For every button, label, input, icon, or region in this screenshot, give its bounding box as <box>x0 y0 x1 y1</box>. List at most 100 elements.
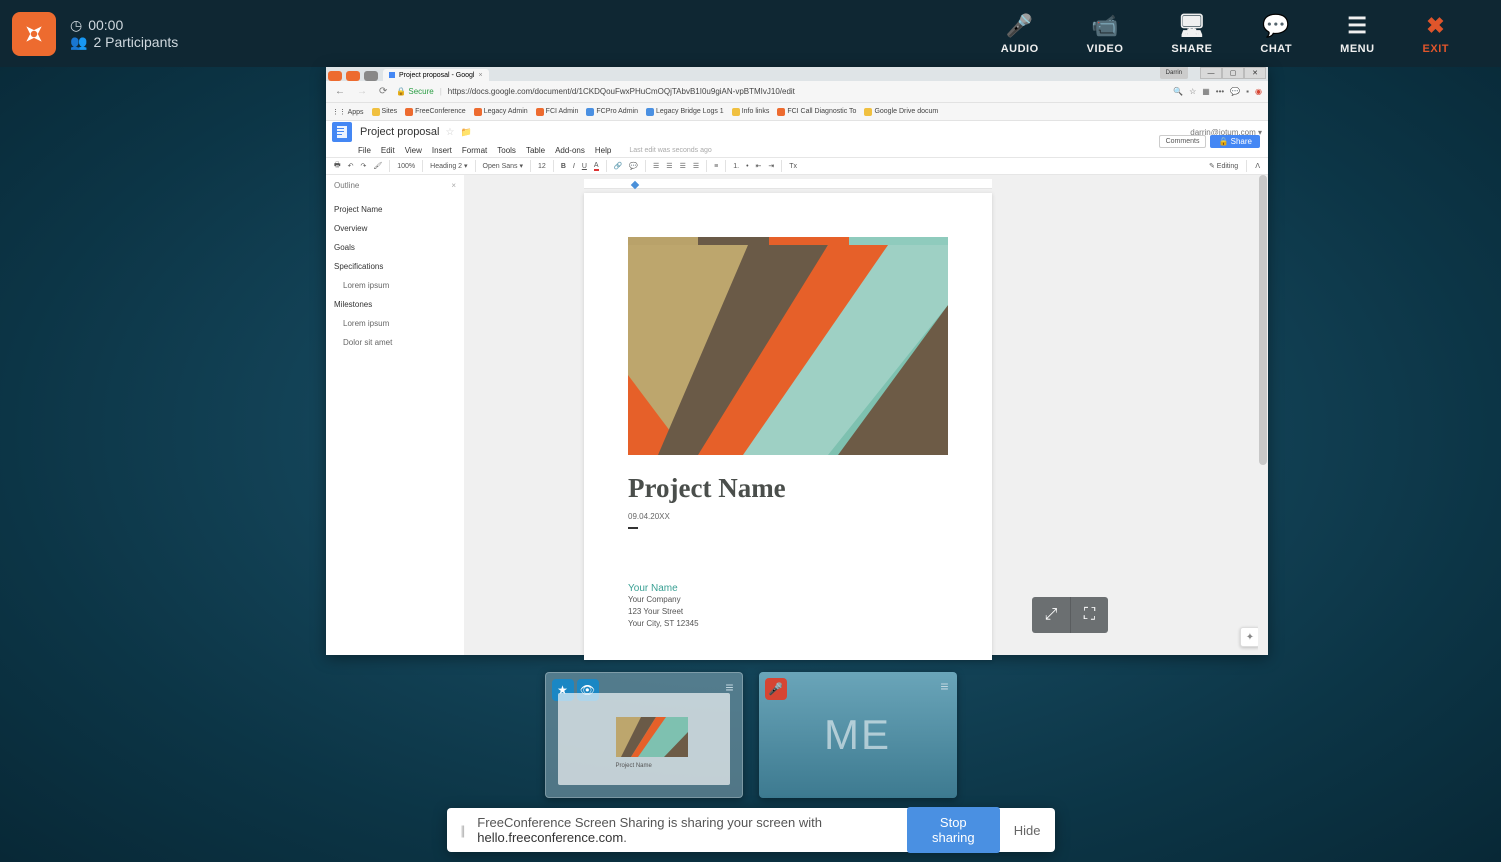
editing-mode[interactable]: ✎ Editing <box>1209 162 1238 170</box>
clear-icon[interactable]: Tx <box>789 163 797 170</box>
bookmark-fcpro[interactable]: FCPro Admin <box>586 108 638 116</box>
outline-item[interactable]: Specifications <box>334 257 456 276</box>
outline-item[interactable]: Project Name <box>334 200 456 219</box>
folder-icon[interactable]: 📁 <box>460 127 471 138</box>
url-field[interactable]: https://docs.google.com/document/d/1CKDQ… <box>448 87 795 96</box>
style-select[interactable]: Heading 2 ▾ <box>430 162 467 170</box>
bookmarks-bar: ⋮⋮ Apps Sites FreeConference Legacy Admi… <box>326 103 1268 121</box>
menu-view[interactable]: View <box>405 146 422 155</box>
docs-app-icon[interactable] <box>332 122 352 142</box>
print-icon[interactable]: 🖶 <box>334 161 341 172</box>
bookmark-fcid[interactable]: FCI Call Diagnostic To <box>777 108 856 116</box>
undo-icon[interactable]: ↶ <box>348 162 354 170</box>
chat-ext-icon[interactable]: 💬 <box>1230 87 1240 96</box>
bookmark-legacy[interactable]: Legacy Admin <box>474 108 528 116</box>
outline-close-icon[interactable]: × <box>451 181 456 190</box>
bookmark-fci[interactable]: FCI Admin <box>536 108 579 116</box>
star-icon[interactable]: ☆ <box>1189 87 1196 96</box>
bookmark-gdrive[interactable]: Google Drive docum <box>864 108 938 116</box>
menu-format[interactable]: Format <box>462 146 487 155</box>
browser-tab[interactable]: Project proposal - Googl × <box>383 69 489 81</box>
exit-button[interactable]: ✖EXIT <box>1423 13 1449 55</box>
outline-item[interactable]: Milestones <box>334 295 456 314</box>
star-doc-icon[interactable]: ☆ <box>446 127 455 138</box>
apps-bookmark[interactable]: ⋮⋮ Apps <box>332 108 364 116</box>
stop-sharing-button[interactable]: Stop sharing <box>907 807 1000 853</box>
ruler[interactable] <box>584 179 992 189</box>
align-right-icon[interactable]: ☰ <box>680 162 686 170</box>
outline-item[interactable]: Overview <box>334 219 456 238</box>
tab-icon-3[interactable] <box>364 71 378 81</box>
grid-icon[interactable]: ▦ <box>1202 87 1210 96</box>
align-center-icon[interactable]: ☰ <box>666 162 672 170</box>
menu-tools[interactable]: Tools <box>497 146 516 155</box>
outline-item[interactable]: Goals <box>334 238 456 257</box>
ext3-icon[interactable]: ◉ <box>1255 87 1262 96</box>
zoom-select[interactable]: 100% <box>397 163 415 170</box>
bullist-icon[interactable]: • <box>746 163 748 170</box>
link-icon[interactable]: 🔗 <box>614 162 623 170</box>
bookmark-fc[interactable]: FreeConference <box>405 108 466 116</box>
menu-table[interactable]: Table <box>526 146 545 155</box>
font-select[interactable]: Open Sans ▾ <box>483 162 523 170</box>
chevron-up-icon[interactable]: ᐱ <box>1255 162 1260 170</box>
menu-addons[interactable]: Add-ons <box>555 146 585 155</box>
tab-close-icon[interactable]: × <box>478 72 482 79</box>
close-window-button[interactable]: ✕ <box>1244 67 1266 79</box>
back-button[interactable]: ← <box>332 86 348 97</box>
align-left-icon[interactable]: ☰ <box>653 162 659 170</box>
document-page[interactable]: Project Name 09.04.20XX Your Name Your C… <box>584 193 992 660</box>
outline-item[interactable]: Lorem ipsum <box>334 276 456 295</box>
menu-file[interactable]: File <box>358 146 371 155</box>
ext-icon[interactable]: ••• <box>1216 87 1224 96</box>
chrome-user-chip[interactable]: Darrin <box>1160 67 1188 79</box>
reload-button[interactable]: ⟳ <box>376 86 390 97</box>
numlist-icon[interactable]: 1. <box>733 163 739 170</box>
bookmark-lblogs[interactable]: Legacy Bridge Logs 1 <box>646 108 724 116</box>
size-select[interactable]: 12 <box>538 163 546 170</box>
share-doc-button[interactable]: 🔒 Share <box>1210 135 1260 148</box>
ext2-icon[interactable]: ▪ <box>1246 87 1249 96</box>
tab-icon-1[interactable] <box>328 71 342 81</box>
menu-insert[interactable]: Insert <box>432 146 452 155</box>
menu-help[interactable]: Help <box>595 146 611 155</box>
align-justify-icon[interactable]: ☰ <box>693 162 699 170</box>
minimize-button[interactable]: — <box>1200 67 1222 79</box>
outdent-icon[interactable]: ⇤ <box>756 162 762 170</box>
bookmark-sites[interactable]: Sites <box>372 108 398 116</box>
doc-title[interactable]: Project proposal <box>360 126 440 138</box>
comments-button[interactable]: Comments <box>1159 135 1207 148</box>
zoom-icon[interactable]: 🔍 <box>1173 87 1183 96</box>
bookmark-info[interactable]: Info links <box>732 108 770 116</box>
maximize-button[interactable]: ▢ <box>1222 67 1244 79</box>
tab-icon-2[interactable] <box>346 71 360 81</box>
scroll-thumb[interactable] <box>1259 175 1267 465</box>
menu-edit[interactable]: Edit <box>381 146 395 155</box>
explore-button[interactable]: ✦ <box>1240 627 1260 647</box>
indent-icon[interactable]: ⇥ <box>768 162 774 170</box>
outline-item[interactable]: Lorem ipsum <box>334 314 456 333</box>
redo-icon[interactable]: ↷ <box>360 162 366 170</box>
video-button[interactable]: 📹VIDEO <box>1087 13 1124 55</box>
chat-button[interactable]: 💬CHAT <box>1260 13 1292 55</box>
expand-icon[interactable]: ⤢ <box>1032 597 1070 633</box>
textcolor-icon[interactable]: A <box>594 162 599 171</box>
share-button[interactable]: 🖥SHARE <box>1171 13 1212 55</box>
drag-grip-icon[interactable]: || <box>461 823 464 838</box>
menu-button[interactable]: ☰MENU <box>1340 13 1374 55</box>
underline-icon[interactable]: U <box>582 163 587 170</box>
linespacing-icon[interactable]: ≡ <box>714 163 718 170</box>
thumbnail-menu-icon[interactable]: ≡ <box>940 678 948 694</box>
forward-button[interactable]: → <box>354 86 370 97</box>
thumbnail-shared-screen[interactable]: ★ 👁 ≡ Project Name <box>545 672 743 798</box>
hide-button[interactable]: Hide <box>1014 823 1041 838</box>
comment-icon[interactable]: 💬 <box>629 162 638 170</box>
outline-item[interactable]: Dolor sit amet <box>334 333 456 352</box>
italic-icon[interactable]: I <box>573 163 575 170</box>
paint-icon[interactable]: 🖌 <box>373 162 382 170</box>
audio-button[interactable]: 🎤AUDIO <box>1001 13 1039 55</box>
scrollbar[interactable] <box>1258 175 1268 655</box>
thumbnail-self[interactable]: 🎤 ≡ ME <box>759 672 957 798</box>
bold-icon[interactable]: B <box>561 163 566 170</box>
fullscreen-icon[interactable]: ⛶ <box>1070 597 1108 633</box>
